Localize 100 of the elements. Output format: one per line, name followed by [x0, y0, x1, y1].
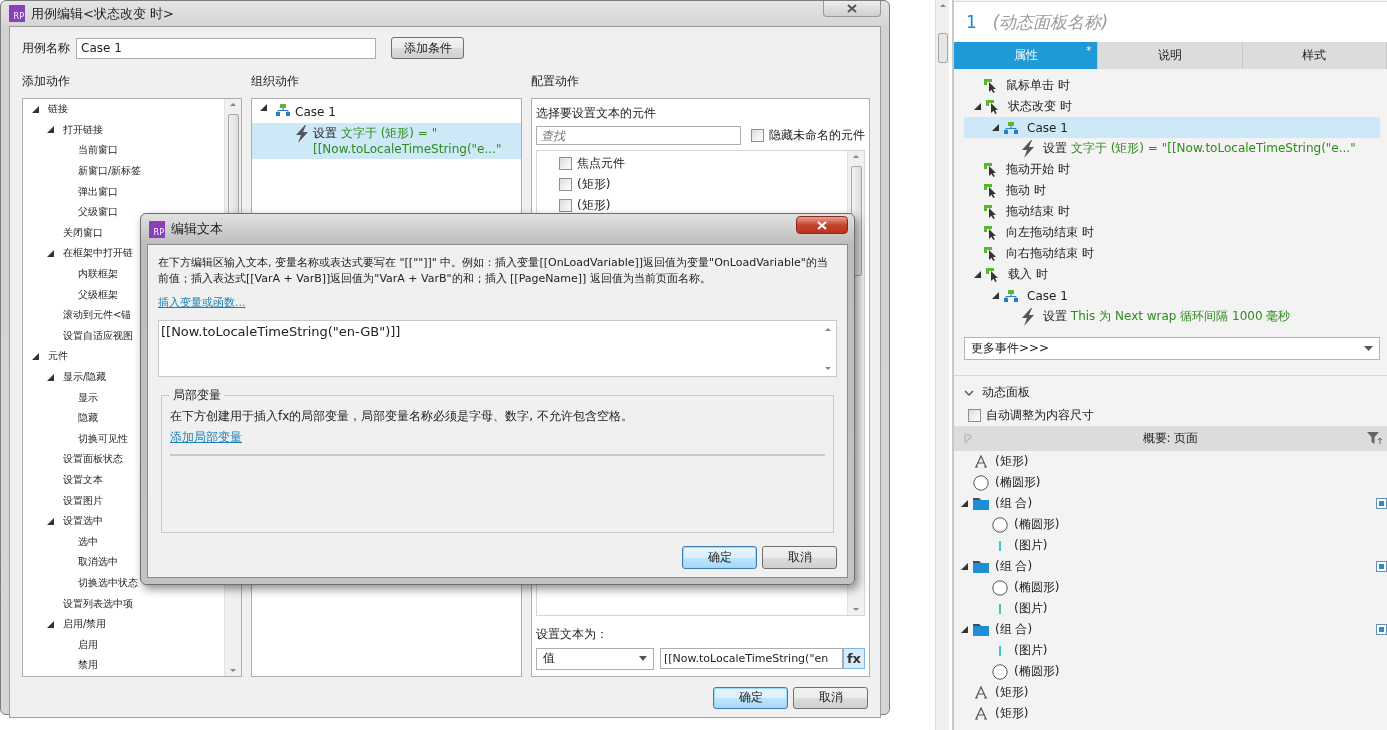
action-item[interactable]: 设置文本 [61, 473, 105, 487]
dialog-button[interactable]: 确定 [682, 546, 757, 569]
search-field[interactable]: 查找 [536, 126, 741, 145]
action-text[interactable]: 设置 This 为 Next wrap 循环间隔 1000 毫秒 [1043, 308, 1291, 325]
outline-item[interactable]: (椭圆形) [1014, 516, 1387, 533]
action-item[interactable]: 启用 [76, 637, 100, 652]
event-label[interactable]: 向右拖动结束 时 [1006, 245, 1094, 262]
name-field[interactable]: (动态面板名称) [988, 2, 1387, 42]
action-item[interactable]: 选中 [76, 534, 100, 549]
fx-button[interactable]: fx [843, 648, 865, 670]
event-row[interactable]: 拖动开始 时 [964, 159, 1380, 180]
action-item[interactable]: 显示/隐藏 [61, 370, 109, 384]
checkbox[interactable] [559, 199, 572, 212]
action-item[interactable]: 设置列表选中项 [61, 596, 135, 611]
action-item[interactable]: 内联框架 [76, 267, 120, 282]
action-item[interactable]: 父级框架 [76, 287, 120, 302]
event-row[interactable]: 设置 This 为 Next wrap 循环间隔 1000 毫秒 [964, 306, 1380, 327]
dialog-button[interactable]: 取消 [762, 546, 837, 569]
more-events-dropdown[interactable]: 更多事件>>> [964, 337, 1380, 360]
action-item[interactable]: 父级窗口 [76, 205, 120, 220]
event-label[interactable]: 拖动结束 时 [1006, 203, 1070, 220]
action-item[interactable]: 滚动到元件<锚 [61, 308, 134, 323]
outline-item[interactable]: (组 合) [995, 558, 1376, 575]
outline-item[interactable]: (图片) [1014, 642, 1387, 659]
event-label[interactable]: 拖动 时 [1006, 182, 1046, 199]
expander-icon[interactable] [992, 292, 999, 299]
action-item[interactable]: 显示 [76, 390, 100, 405]
event-label[interactable]: 拖动开始 时 [1006, 161, 1070, 178]
text-area[interactable]: [[Now.toLocaleTimeString("en-GB")]] [158, 320, 837, 377]
case-label[interactable]: Case 1 [1027, 288, 1068, 303]
action-item[interactable]: 设置选中 [61, 514, 105, 529]
expander-icon[interactable] [47, 126, 54, 134]
outline-item[interactable]: (椭圆形) [995, 474, 1387, 491]
outline-item[interactable]: (图片) [1014, 600, 1387, 617]
close-button[interactable] [823, 1, 881, 17]
event-label[interactable]: 鼠标单击 时 [1006, 77, 1070, 94]
event-row[interactable]: 向左拖动结束 时 [964, 222, 1380, 243]
event-row[interactable]: 鼠标单击 时 [964, 75, 1380, 96]
outline-item[interactable]: (矩形) [995, 684, 1387, 701]
action-item[interactable]: 链接 [46, 102, 70, 117]
expander-icon[interactable] [47, 517, 54, 525]
value-type-dropdown[interactable]: 值 [536, 647, 654, 670]
expander-icon[interactable] [961, 500, 968, 507]
action-item[interactable]: 切换选中状态 [76, 575, 140, 590]
filter-icon[interactable] [1367, 432, 1383, 445]
action-item[interactable]: 弹出窗口 [76, 184, 120, 199]
expander-icon[interactable] [47, 249, 54, 257]
checkbox[interactable] [559, 178, 572, 191]
action-item[interactable]: 设置自适应视图 [61, 328, 135, 343]
action-item[interactable]: 新窗口/新标签 [76, 164, 144, 179]
action-item[interactable]: 在框架中打开链 [61, 246, 135, 261]
expander-icon[interactable] [974, 103, 981, 110]
outline-item[interactable]: (椭圆形) [1014, 663, 1387, 680]
case-label[interactable]: Case 1 [295, 104, 336, 120]
event-row[interactable]: 载入 时 [964, 264, 1380, 285]
event-label[interactable]: 状态改变 时 [1008, 98, 1072, 115]
tab[interactable]: 样式 [1242, 42, 1387, 69]
event-label[interactable]: 向左拖动结束 时 [1006, 224, 1094, 241]
action-item[interactable]: 切换可见性 [76, 431, 130, 446]
event-row[interactable]: 拖动结束 时 [964, 201, 1380, 222]
add-variable-link[interactable]: 添加局部变量 [170, 429, 242, 446]
case-name-field[interactable]: Case 1 [76, 37, 376, 59]
case-label[interactable]: Case 1 [1027, 120, 1068, 135]
value-field[interactable]: [[Now.toLocaleTimeString("en [660, 648, 843, 670]
action-item[interactable]: 当前窗口 [76, 143, 120, 158]
action-text[interactable]: 设置 文字于 (矩形) = "[[Now.toLocaleTimeString("e..." [1043, 140, 1356, 157]
action-item[interactable]: 设置图片 [61, 493, 105, 508]
selected-row[interactable]: 设置 文字于 (矩形) = "[[Now.toLocaleTimeString("e..." [252, 123, 521, 159]
expander-icon[interactable] [974, 271, 981, 278]
event-row[interactable]: Case 1 [964, 285, 1380, 306]
event-row[interactable]: 设置 文字于 (矩形) = "[[Now.toLocaleTimeString("e..." [964, 138, 1380, 159]
checkbox[interactable] [559, 157, 572, 170]
tab[interactable]: 说明 [1098, 42, 1243, 69]
outline-item[interactable]: (椭圆形) [1014, 579, 1387, 596]
expander-icon[interactable] [961, 563, 968, 570]
expander-icon[interactable] [961, 626, 968, 633]
dialog-button[interactable]: 确定 [713, 686, 788, 709]
action-item[interactable]: 设置面板状态 [61, 452, 125, 467]
checkbox[interactable] [751, 129, 764, 142]
scrollbar[interactable] [935, 0, 949, 730]
insert-variable-link[interactable]: 插入变量或函数... [158, 295, 246, 310]
event-row[interactable]: 向右拖动结束 时 [964, 243, 1380, 264]
action-item[interactable]: 打开链接 [61, 122, 105, 137]
action-text[interactable]: 设置 文字于 (矩形) = "[[Now.toLocaleTimeString("e..." [313, 125, 521, 157]
outline-item[interactable]: (图片) [1014, 537, 1387, 554]
expander-icon[interactable] [992, 124, 999, 131]
outline-item[interactable]: (组 合) [995, 621, 1376, 638]
checkbox[interactable] [968, 409, 981, 422]
add-condition-button[interactable]: 添加条件 [391, 37, 464, 59]
event-row[interactable]: 拖动 时 [964, 180, 1380, 201]
action-item[interactable]: 取消选中 [76, 555, 120, 570]
expander-icon[interactable] [32, 352, 39, 360]
action-item[interactable]: 启用/禁用 [61, 617, 109, 632]
action-item[interactable]: 元件 [46, 349, 70, 364]
outline-item[interactable]: (矩形) [995, 453, 1387, 470]
chevron-down-icon[interactable] [964, 389, 974, 396]
event-row[interactable]: Case 1 [964, 117, 1380, 138]
close-button[interactable] [796, 216, 848, 234]
expander-icon[interactable] [47, 373, 54, 381]
event-label[interactable]: 载入 时 [1008, 266, 1048, 283]
